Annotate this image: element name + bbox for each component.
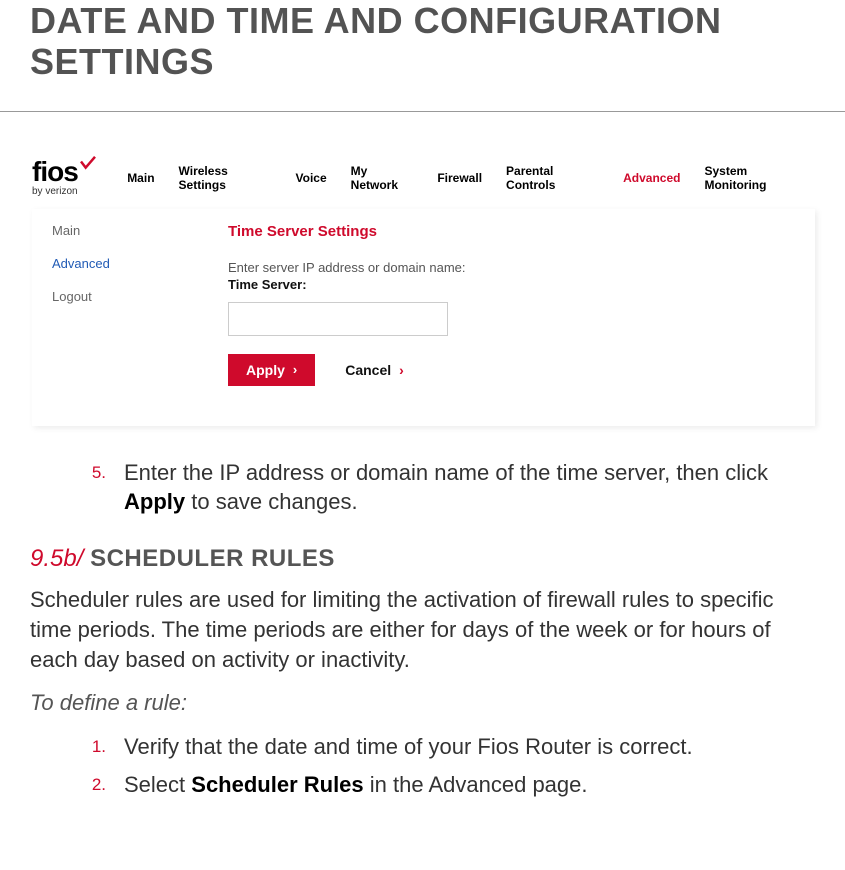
step-text: Enter the IP address or domain name of t… [124, 458, 815, 517]
apply-button[interactable]: Apply › [228, 354, 315, 386]
tab-parental-controls[interactable]: Parental Controls [506, 164, 599, 192]
cancel-button-label: Cancel [345, 362, 391, 378]
router-content: Time Server Settings Enter server IP add… [208, 209, 815, 426]
step-text: Select Scheduler Rules in the Advanced p… [124, 770, 815, 800]
step-number: 5. [88, 458, 106, 517]
tab-wireless-settings[interactable]: Wireless Settings [179, 164, 272, 192]
text-fragment: in the Advanced page. [364, 772, 588, 797]
tab-system-monitoring[interactable]: System Monitoring [704, 164, 805, 192]
router-sidebar: Main Advanced Logout [32, 209, 208, 426]
sidebar-item-main[interactable]: Main [52, 223, 196, 238]
section-lead: To define a rule: [30, 688, 815, 718]
cancel-button[interactable]: Cancel › [339, 361, 410, 379]
tab-main[interactable]: Main [127, 171, 154, 185]
section-number: 9.5b/ [30, 545, 83, 572]
text-fragment: Select [124, 772, 191, 797]
step-text: Verify that the date and time of your Fi… [124, 732, 815, 762]
text-fragment: to save changes. [185, 489, 357, 514]
fios-logo: fios by verizon [32, 160, 105, 197]
time-server-input[interactable] [228, 302, 448, 336]
ordered-list-resume: 5. Enter the IP address or domain name o… [30, 458, 815, 517]
verizon-check-icon [80, 156, 96, 170]
router-top-bar: fios by verizon Main Wireless Settings V… [32, 152, 815, 207]
sidebar-item-advanced[interactable]: Advanced [52, 256, 196, 271]
chevron-right-icon: › [399, 362, 404, 378]
tab-voice[interactable]: Voice [296, 171, 327, 185]
button-row: Apply › Cancel › [228, 354, 795, 386]
panel-heading: Time Server Settings [228, 223, 795, 240]
sidebar-item-logout[interactable]: Logout [52, 289, 196, 304]
time-server-label: Time Server: [228, 277, 795, 292]
document-body: 5. Enter the IP address or domain name o… [30, 458, 815, 800]
text-bold: Scheduler Rules [191, 772, 363, 797]
logo-sub: by verizon [32, 186, 78, 197]
step-number: 1. [88, 732, 106, 762]
section-name: SCHEDULER RULES [90, 545, 335, 572]
router-screenshot: fios by verizon Main Wireless Settings V… [32, 152, 815, 426]
section-intro: Scheduler rules are used for limiting th… [30, 585, 815, 674]
list-item: 2. Select Scheduler Rules in the Advance… [88, 770, 815, 800]
text-fragment: Enter the IP address or domain name of t… [124, 460, 768, 485]
list-item: 5. Enter the IP address or domain name o… [88, 458, 815, 517]
section-heading: 9.5b/ SCHEDULER RULES [30, 543, 815, 575]
tab-my-network[interactable]: My Network [351, 164, 414, 192]
router-body: Main Advanced Logout Time Server Setting… [32, 209, 815, 426]
page-title: DATE AND TIME AND CONFIGURATION SETTINGS [30, 0, 815, 83]
panel-desc: Enter server IP address or domain name: [228, 260, 795, 275]
text-bold: Apply [124, 489, 185, 514]
ordered-list-define: 1. Verify that the date and time of your… [30, 732, 815, 799]
divider [0, 111, 845, 112]
apply-button-label: Apply [246, 362, 285, 378]
list-item: 1. Verify that the date and time of your… [88, 732, 815, 762]
logo-word: fios [32, 160, 78, 184]
top-tabs: Main Wireless Settings Voice My Network … [127, 164, 805, 192]
step-number: 2. [88, 770, 106, 800]
chevron-right-icon: › [293, 362, 297, 377]
tab-advanced[interactable]: Advanced [623, 171, 680, 185]
tab-firewall[interactable]: Firewall [437, 171, 482, 185]
